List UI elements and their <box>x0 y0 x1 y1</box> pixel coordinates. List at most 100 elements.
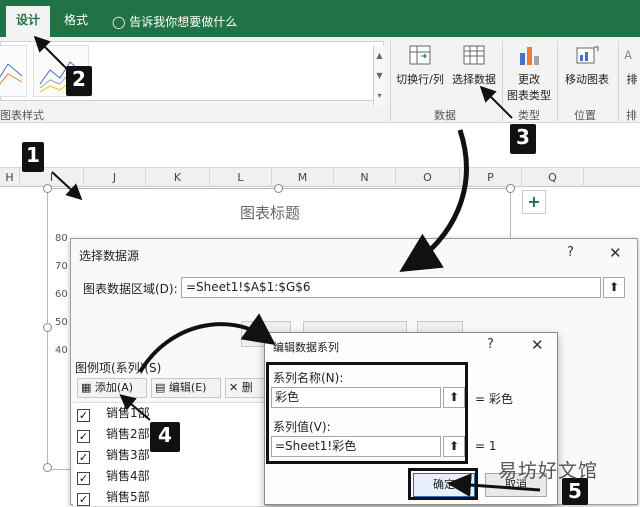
group-label-arrange: 排 <box>626 109 637 122</box>
chart-data-range-input[interactable]: =Sheet1!$A$1:$G$6 <box>181 277 601 298</box>
series-name: 销售4部 <box>106 469 150 483</box>
tab-design[interactable]: 设计 <box>6 6 51 37</box>
resize-handle[interactable] <box>274 184 283 193</box>
series-name: 销售1部 <box>106 406 150 420</box>
column-header[interactable]: Q <box>522 168 584 187</box>
dialog-title: 选择数据源 <box>79 249 140 263</box>
lightbulb-icon: ◯ <box>112 15 126 29</box>
tell-me-label: 告诉我你想要做什么 <box>129 15 238 29</box>
list-item[interactable]: ✓ 销售3部 <box>77 445 150 465</box>
select-data-icon <box>463 45 485 65</box>
legend-toolbar: ▦ 添加(A) ▤ 编辑(E) ✕ 删 <box>73 376 265 400</box>
move-chart-button[interactable]: 移动图表 <box>560 43 614 87</box>
dialog-title: 编辑数据系列 <box>273 341 339 354</box>
edit-series-button[interactable]: ▤ 编辑(E) <box>151 378 221 398</box>
checkbox[interactable]: ✓ <box>77 409 90 422</box>
y-tick-label: 70 <box>55 261 68 272</box>
change-chart-type-button[interactable]: 更改 图表类型 <box>504 43 554 103</box>
chart-styles-gallery[interactable]: ▲ ▼ ▾ <box>0 41 385 106</box>
ribbon: ▲ ▼ ▾ 图表样式 切换行/列 选择数据 数据 更改 图表类型 类型 移动图表… <box>0 37 640 123</box>
close-icon[interactable]: ✕ <box>531 336 544 354</box>
resize-handle[interactable] <box>43 184 52 193</box>
column-header[interactable]: J <box>84 168 146 187</box>
series-name: 销售5部 <box>106 490 150 504</box>
checkbox[interactable]: ✓ <box>77 472 90 485</box>
list-item[interactable]: ✓ 销售2部 <box>77 424 150 444</box>
change-chart-type-label-2: 图表类型 <box>507 89 551 102</box>
help-icon[interactable]: ? <box>487 337 494 352</box>
step-badge: 3 <box>510 124 536 154</box>
delete-icon: ✕ <box>229 381 239 394</box>
checkbox[interactable]: ✓ <box>77 430 90 443</box>
watermark: 易坊好文馆 <box>498 460 599 482</box>
move-chart-icon <box>576 46 599 64</box>
series-values-preview: = 1 <box>475 439 497 453</box>
style-preview-icon <box>0 63 23 85</box>
gallery-scroll[interactable]: ▲ ▼ ▾ <box>373 46 385 106</box>
switch-row-column-label: 切换行/列 <box>396 73 444 86</box>
chart-title[interactable]: 图表标题 <box>240 202 300 223</box>
group-label-data: 数据 <box>434 109 456 122</box>
chart-elements-plus-icon[interactable]: + <box>522 190 546 214</box>
y-tick-label: 40 <box>55 345 68 356</box>
column-header[interactable]: H <box>0 168 20 187</box>
collapse-dialog-icon[interactable]: ⬆ <box>603 277 625 298</box>
list-item[interactable]: ✓ 销售1部 <box>77 403 150 423</box>
arrange-button[interactable]: A 排 <box>622 43 640 87</box>
tell-me-search[interactable]: ◯ 告诉我你想要做什么 <box>112 13 237 30</box>
group-label-styles: 图表样式 <box>0 109 44 122</box>
arrange-icon: A <box>624 49 632 62</box>
add-series-label: 添加(A) <box>94 381 134 394</box>
add-icon: ▦ <box>81 381 92 394</box>
edit-series-label: 编辑(E) <box>168 381 207 394</box>
checkbox[interactable]: ✓ <box>77 451 90 464</box>
remove-series-label: 删 <box>241 381 253 394</box>
chart-style-thumb[interactable] <box>0 45 27 97</box>
edit-icon: ▤ <box>155 381 166 394</box>
group-divider <box>557 41 558 121</box>
remove-series-button[interactable]: ✕ 删 <box>225 378 265 398</box>
series-list: ✓ 销售1部 ✓ 销售2部 ✓ 销售3部 ✓ 销售4部 ✓ 销售5部 <box>73 402 265 506</box>
checkbox[interactable]: ✓ <box>77 493 90 506</box>
series-name: 销售3部 <box>106 448 150 462</box>
list-item[interactable]: ✓ 销售5部 <box>77 487 150 507</box>
highlight-box <box>408 468 478 500</box>
arrange-label: 排 <box>626 73 638 86</box>
select-data-button[interactable]: 选择数据 <box>450 43 498 87</box>
help-icon[interactable]: ? <box>567 245 574 260</box>
change-chart-type-icon <box>520 47 539 65</box>
step-badge: 1 <box>22 142 44 172</box>
column-headers: H I J K L M N O P Q <box>0 168 640 187</box>
y-tick-label: 60 <box>55 289 68 300</box>
select-data-label: 选择数据 <box>452 73 496 86</box>
move-chart-label: 移动图表 <box>565 73 609 86</box>
switch-row-column-button[interactable]: 切换行/列 <box>392 43 448 87</box>
series-name-preview: = 彩色 <box>475 392 513 406</box>
change-chart-type-label-1: 更改 <box>518 73 540 86</box>
series-name: 销售2部 <box>106 427 150 441</box>
group-divider <box>390 41 391 121</box>
resize-handle[interactable] <box>43 323 52 332</box>
group-divider <box>618 41 619 121</box>
column-header[interactable]: O <box>396 168 460 187</box>
resize-handle[interactable] <box>506 184 515 193</box>
close-icon[interactable]: ✕ <box>609 244 622 262</box>
group-label-location: 位置 <box>574 109 596 122</box>
add-series-button[interactable]: ▦ 添加(A) <box>77 378 147 398</box>
group-label-type: 类型 <box>518 109 540 122</box>
y-tick-label: 80 <box>55 233 68 244</box>
step-badge: 2 <box>66 66 92 96</box>
list-item[interactable]: ✓ 销售4部 <box>77 466 150 486</box>
step-badge: 4 <box>150 422 180 452</box>
ribbon-tab-bar: 设计 格式 ◯ 告诉我你想要做什么 <box>0 0 640 37</box>
column-header[interactable]: K <box>146 168 210 187</box>
column-header[interactable]: N <box>334 168 396 187</box>
group-divider <box>502 41 503 121</box>
sheet-top-area <box>0 123 640 168</box>
y-tick-label: 50 <box>55 317 68 328</box>
tab-format[interactable]: 格式 <box>54 6 98 37</box>
legend-entries-label: 图例项(系列)(S) <box>75 361 162 375</box>
resize-handle[interactable] <box>43 463 52 472</box>
svg-text:A: A <box>624 49 632 62</box>
column-header[interactable]: L <box>210 168 272 187</box>
